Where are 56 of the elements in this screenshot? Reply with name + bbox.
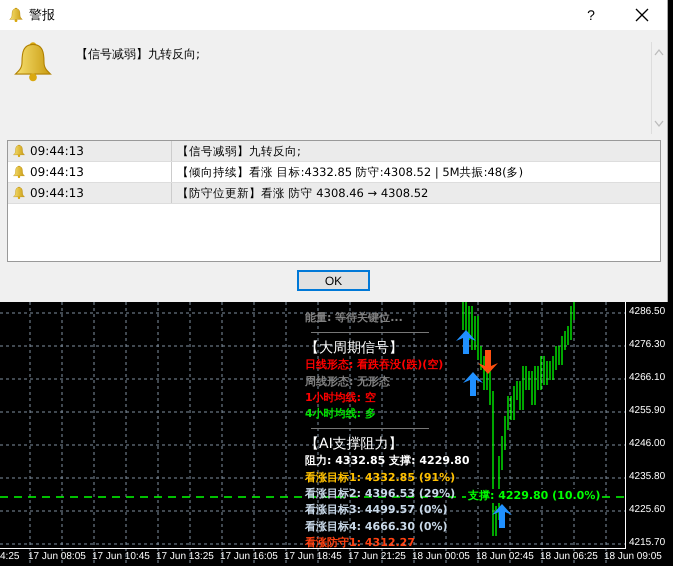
bell-icon — [12, 165, 26, 179]
close-icon — [635, 8, 649, 22]
alert-message: 【信号减弱】九转反向; — [76, 46, 202, 63]
up-arrow-icon — [456, 330, 476, 354]
bell-icon — [12, 144, 26, 158]
scrollbar[interactable] — [651, 42, 665, 134]
indicator-line: 看涨目标3: 4499.57 (0%) — [305, 502, 448, 518]
indicator-line: 日线形态: 看跌吞没(跌)(空) — [305, 357, 444, 374]
bell-icon — [8, 7, 24, 23]
chevron-down-icon — [654, 120, 664, 128]
indicator-line: 看涨防守1: 4312.27 — [305, 534, 415, 551]
alert-time: 09:44:13 — [30, 165, 84, 179]
up-arrow-icon — [492, 504, 512, 528]
indicator-line: 阻力: 4332.85 支撑: 4229.80 — [305, 453, 470, 470]
time-label: 17 Jun 08:05 — [28, 551, 86, 562]
price-label: 4276.30 — [629, 339, 666, 350]
indicator-line: 能量: 等待关键位... — [305, 310, 403, 326]
chevron-up-icon — [654, 48, 664, 56]
indicator-line: 周线形态: 无形态 — [305, 374, 390, 390]
time-label: 18 Jun 09:05 — [604, 551, 662, 562]
alert-row[interactable]: 09:44:13 【防守位更新】看涨 防守 4308.46 → 4308.52 — [8, 183, 660, 204]
indicator-line: 1小时均线: 空 — [305, 390, 376, 406]
alert-row[interactable]: 09:44:13 【倾向持续】看涨 目标:4332.85 防守:4308.52 | 5M共振:48(多) — [8, 162, 660, 183]
price-label: 4225.60 — [629, 504, 666, 515]
time-label: 4:25 — [0, 551, 20, 562]
indicator-line: 看涨目标1: 4332.85 (91%) — [305, 470, 456, 486]
alert-text: 【防守位更新】看涨 防守 4308.46 → 4308.52 — [176, 186, 428, 200]
time-label: 17 Jun 13:25 — [156, 551, 214, 562]
window-title: 警报 — [29, 7, 55, 24]
ok-button[interactable]: OK — [297, 270, 370, 291]
time-label: 17 Jun 21:25 — [348, 551, 406, 562]
section-heading: 【大周期信号】 — [305, 339, 403, 358]
alert-time: 09:44:13 — [30, 144, 84, 158]
price-label: 4266.10 — [629, 372, 666, 383]
alert-text: 【信号减弱】九转反向; — [176, 144, 301, 158]
price-label: 4235.80 — [629, 471, 666, 482]
time-label: 18 Jun 06:25 — [540, 551, 598, 562]
time-label: 17 Jun 18:45 — [284, 551, 342, 562]
time-label: 18 Jun 00:05 — [412, 551, 470, 562]
price-label: 4286.50 — [629, 306, 666, 317]
price-label: 4215.70 — [629, 537, 666, 548]
support-label: 支撑: 4229.80 (10.0%) — [466, 489, 602, 503]
time-label: 17 Jun 10:45 — [92, 551, 150, 562]
alert-time: 09:44:13 — [30, 186, 84, 200]
down-arrow-icon — [478, 350, 498, 374]
time-label: 18 Jun 02:45 — [476, 551, 534, 562]
alert-text: 【倾向持续】看涨 目标:4332.85 防守:4308.52 | 5M共振:48(多) — [176, 164, 524, 180]
help-button[interactable]: ? — [568, 0, 614, 30]
up-arrow-icon — [463, 372, 483, 396]
indicator-line: 4小时均线: 多 — [305, 406, 376, 422]
indicator-line: 看涨目标4: 4666.30 (0%) — [305, 518, 448, 535]
time-label: 17 Jun 16:05 — [220, 551, 278, 562]
alert-row[interactable]: 09:44:13 【信号减弱】九转反向; — [8, 141, 660, 162]
price-label: 4246.00 — [629, 438, 666, 449]
bell-icon — [12, 186, 26, 200]
price-label: 4255.90 — [629, 405, 666, 416]
